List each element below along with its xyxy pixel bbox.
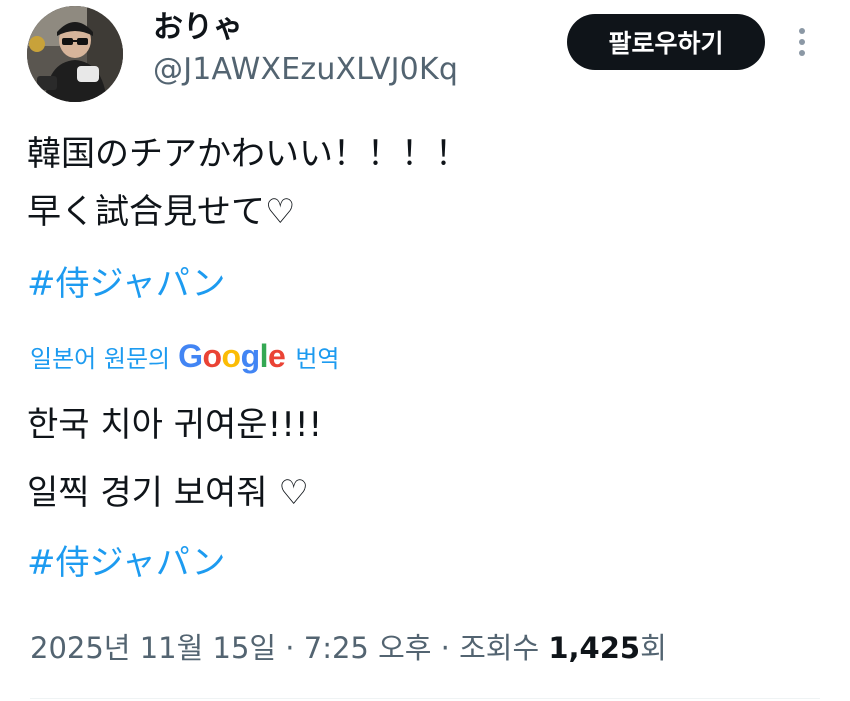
translation-label-suffix: 번역 <box>295 344 340 373</box>
tweet-translated-line-2: 일찍 경기 보여줘 ♡ <box>27 473 309 513</box>
tweet-original-line-2: 早く試合見せて♡ <box>27 192 296 232</box>
google-logo: Google <box>178 337 286 374</box>
divider <box>30 698 820 699</box>
avatar-image <box>27 6 123 102</box>
translation-label-prefix: 일본어 원문의 <box>30 344 171 373</box>
dot <box>799 39 805 45</box>
tweet-original-line-1: 韓国のチアかわいい！！！！ <box>27 134 469 174</box>
user-handle[interactable]: @J1AWXEzuXLVJ0Kq <box>153 50 458 90</box>
views-count: 1,425 <box>548 631 641 665</box>
views-suffix: 회 <box>640 631 667 665</box>
timestamp[interactable]: 2025년 11월 15일 · 7:25 오후 · 조회수 <box>30 631 539 665</box>
hashtag-link[interactable]: #侍ジャパン <box>27 261 226 307</box>
tweet-translated-line-1: 한국 치아 귀여운!!!! <box>27 405 323 445</box>
translation-attribution[interactable]: 일본어 원문의 Google 번역 <box>30 336 340 376</box>
follow-button[interactable]: 팔로우하기 <box>567 14 765 70</box>
dot <box>799 28 805 34</box>
display-name[interactable]: おりゃ <box>153 8 243 48</box>
avatar[interactable] <box>27 6 123 102</box>
more-vertical-icon[interactable] <box>790 22 814 62</box>
dot <box>799 50 805 56</box>
tweet-meta: 2025년 11월 15일 · 7:25 오후 · 조회수 1,425회 <box>30 628 667 668</box>
hashtag-link-translated[interactable]: #侍ジャパン <box>27 540 226 586</box>
